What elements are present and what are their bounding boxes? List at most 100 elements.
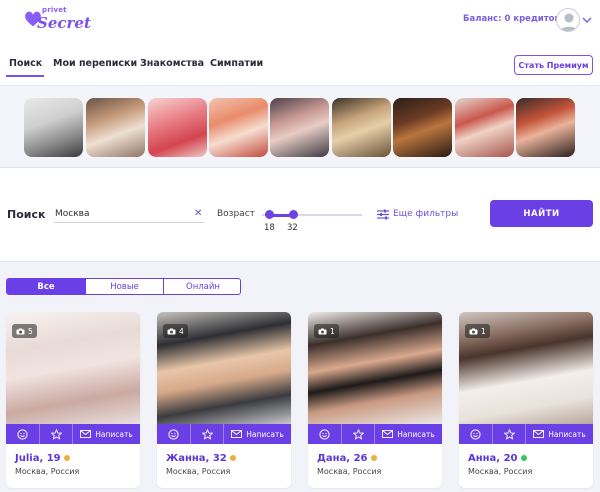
write-label: Написать: [95, 429, 133, 439]
profile-name[interactable]: Дана, 26: [317, 453, 377, 464]
smile-icon: [168, 428, 179, 440]
photo-count-badge: 1: [314, 324, 339, 338]
balance-text[interactable]: Баланс: 0 кредитов: [463, 14, 560, 24]
active-tab-indicator: [6, 75, 44, 77]
profile-card[interactable]: 1 Написать Дана, 26 Москва, Россия: [308, 312, 442, 488]
segment-new[interactable]: Новые: [85, 279, 163, 294]
write-button[interactable]: Написать: [73, 424, 140, 444]
story-thumbnail[interactable]: [393, 98, 452, 157]
premium-button[interactable]: Стать Премиум: [514, 55, 593, 75]
tab-likes[interactable]: Симпатии: [210, 58, 263, 69]
camera-icon: [16, 328, 25, 334]
story-thumbnail[interactable]: [455, 98, 514, 157]
profile-name[interactable]: Julia, 19: [15, 453, 70, 464]
star-icon: [503, 428, 515, 440]
find-button[interactable]: НАЙТИ: [490, 200, 593, 227]
write-button[interactable]: Написать: [224, 424, 291, 444]
card-actions: Написать: [308, 424, 442, 444]
write-label: Написать: [246, 429, 284, 439]
star-icon: [50, 428, 62, 440]
story-thumbnail[interactable]: [148, 98, 207, 157]
smile-icon: [470, 428, 481, 440]
favorite-button[interactable]: [342, 424, 375, 444]
profile-location: Москва, Россия: [166, 467, 231, 476]
story-thumbnail[interactable]: [24, 98, 83, 157]
story-thumbnail[interactable]: [516, 98, 575, 157]
header: privet Secret Баланс: 0 кредитов: [0, 0, 600, 44]
card-actions: Написать: [6, 424, 140, 444]
envelope-icon: [382, 430, 394, 438]
profile-card[interactable]: 1 Написать Анна, 20 Москва, Россия: [459, 312, 593, 488]
segment-all[interactable]: Все: [7, 279, 85, 294]
write-label: Написать: [397, 429, 435, 439]
star-icon: [201, 428, 213, 440]
photo-count-badge: 4: [163, 324, 188, 338]
tab-search[interactable]: Поиск: [9, 58, 42, 69]
sliders-icon: [377, 209, 389, 220]
envelope-icon: [80, 430, 92, 438]
more-filters-link[interactable]: Еще фильтры: [393, 209, 458, 219]
profile-card[interactable]: 4 Написать Жанна, 32 Москва, Россия: [157, 312, 291, 488]
story-thumbnail[interactable]: [270, 98, 329, 157]
favorite-button[interactable]: [493, 424, 526, 444]
chevron-down-icon[interactable]: [582, 16, 592, 24]
close-icon[interactable]: ✕: [194, 208, 202, 219]
smile-button[interactable]: [459, 424, 493, 444]
profile-name[interactable]: Жанна, 32: [166, 453, 236, 464]
profile-location: Москва, Россия: [15, 467, 80, 476]
favorite-button[interactable]: [191, 424, 224, 444]
profile-card[interactable]: 5 Написать Julia, 19 Москва, Россия: [6, 312, 140, 488]
status-dot: [229, 455, 236, 461]
tab-messages[interactable]: Мои переписки: [53, 58, 137, 69]
story-thumbnail[interactable]: [332, 98, 391, 157]
write-button[interactable]: Написать: [375, 424, 442, 444]
logo[interactable]: privet Secret: [24, 6, 91, 36]
photo-count: 1: [481, 326, 486, 336]
photo-count: 5: [28, 326, 33, 336]
profile-location: Москва, Россия: [317, 467, 382, 476]
camera-icon: [318, 328, 327, 334]
status-dot: [370, 455, 377, 461]
age-label: Возраст: [217, 209, 255, 219]
story-thumbnail[interactable]: [86, 98, 145, 157]
logo-main-text: Secret: [37, 14, 91, 32]
write-label: Написать: [548, 429, 586, 439]
write-button[interactable]: Написать: [526, 424, 593, 444]
envelope-icon: [231, 430, 243, 438]
profile-location: Москва, Россия: [468, 467, 533, 476]
profile-name[interactable]: Анна, 20: [468, 453, 527, 464]
smile-icon: [17, 428, 28, 440]
status-dot: [63, 455, 70, 461]
smile-icon: [319, 428, 330, 440]
smile-button[interactable]: [308, 424, 342, 444]
status-dot: [520, 455, 527, 461]
avatar[interactable]: [556, 8, 580, 32]
photo-count-badge: 5: [12, 324, 37, 338]
main-nav: Поиск Мои переписки Знакомства Симпатии …: [0, 44, 600, 86]
photo-count: 1: [330, 326, 335, 336]
user-icon: [560, 13, 578, 31]
story-thumbnail[interactable]: [209, 98, 268, 157]
smile-button[interactable]: [157, 424, 191, 444]
camera-icon: [167, 328, 176, 334]
logo-top-text: privet: [42, 6, 67, 14]
city-input[interactable]: [54, 205, 204, 223]
tab-dating[interactable]: Знакомства: [140, 58, 204, 69]
age-min-value: 18: [264, 223, 275, 233]
camera-icon: [469, 328, 478, 334]
age-max-value: 32: [287, 223, 298, 233]
filter-segment: Все Новые Онлайн: [6, 278, 241, 295]
age-max-handle[interactable]: [289, 210, 298, 219]
star-icon: [352, 428, 364, 440]
search-title: Поиск: [7, 208, 46, 221]
favorite-button[interactable]: [40, 424, 73, 444]
smile-button[interactable]: [6, 424, 40, 444]
envelope-icon: [533, 430, 545, 438]
stories-strip: [0, 86, 600, 168]
photo-count-badge: 1: [465, 324, 490, 338]
segment-online[interactable]: Онлайн: [163, 279, 240, 294]
search-panel: Поиск ✕ Возраст 18 32 Еще фильтры НАЙТИ: [0, 168, 600, 262]
photo-count: 4: [179, 326, 184, 336]
age-min-handle[interactable]: [265, 210, 274, 219]
card-actions: Написать: [459, 424, 593, 444]
